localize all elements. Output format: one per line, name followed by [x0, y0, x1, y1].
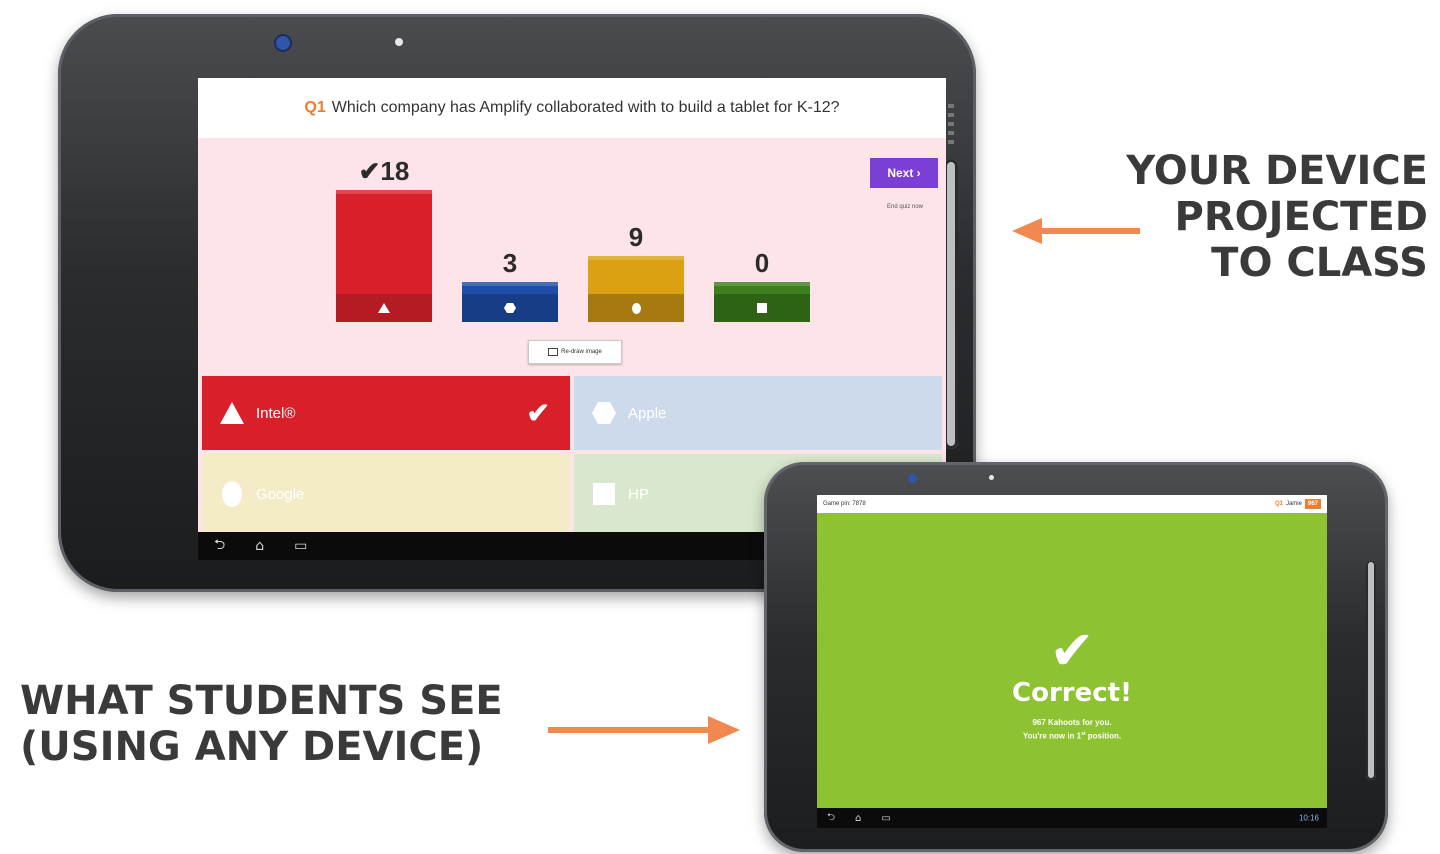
- hexagon-icon: [592, 401, 616, 425]
- stylus-slot: [1366, 560, 1376, 780]
- student-screen: Game pin: 7878 Q1 Jamie 967 ✔ Correct! 9…: [817, 495, 1327, 828]
- square-icon: [757, 303, 767, 313]
- circle-icon: [631, 302, 641, 314]
- bar-count-label: ✔18: [358, 156, 410, 186]
- student-top-bar: Game pin: 7878 Q1 Jamie 967: [817, 495, 1327, 513]
- square-icon: [592, 482, 616, 506]
- check-icon: ✔: [1049, 619, 1095, 682]
- image-icon: [548, 348, 559, 356]
- question-bar: Q1 Which company has Amplify collaborate…: [198, 78, 946, 138]
- student-caption: WHAT STUDENTS SEE (USING ANY DEVICE): [20, 678, 560, 770]
- answer-label: Intel®: [256, 404, 296, 422]
- bar-shape-footer: [588, 294, 684, 322]
- redraw-image-button[interactable]: Re-draw image: [528, 340, 622, 364]
- bar-shape-footer: [336, 294, 432, 322]
- result-bar: [462, 282, 558, 322]
- triangle-icon: [378, 303, 390, 313]
- status-clock: 10:16: [1298, 813, 1319, 823]
- stylus-slot: [944, 159, 958, 449]
- sensor-icon: [989, 475, 994, 480]
- redraw-image-label: Re-draw image: [561, 349, 602, 355]
- back-icon[interactable]: ⮌: [827, 810, 835, 827]
- answer-label: Apple: [628, 404, 667, 422]
- result-message-position: You're now in 1st position.: [1022, 731, 1122, 741]
- score-badge: 967: [1304, 499, 1321, 509]
- recent-apps-icon[interactable]: ▭: [294, 538, 307, 554]
- result-bar-group: ✔18: [336, 78, 432, 322]
- bar-shape-footer: [462, 294, 558, 322]
- end-quiz-link[interactable]: End quiz now: [870, 204, 940, 210]
- home-icon[interactable]: ⌂: [255, 538, 264, 554]
- result-bar-group: 9: [588, 78, 684, 322]
- result-bar: [714, 282, 810, 322]
- question-number: Q1: [304, 99, 326, 116]
- hexagon-icon: [504, 303, 516, 313]
- result-bar-group: 0: [714, 78, 810, 322]
- arrow-right-icon: [548, 714, 740, 746]
- home-icon[interactable]: ⌂: [855, 813, 861, 824]
- question-number: Q1: [1274, 501, 1283, 507]
- caption-line: YOUR DEVICE: [1126, 148, 1428, 194]
- bar-count-label: 3: [502, 248, 518, 278]
- caption-line: (USING ANY DEVICE): [20, 724, 484, 770]
- front-camera-icon: [908, 474, 917, 483]
- bar-count-label: 0: [754, 248, 770, 278]
- result-bar: [588, 256, 684, 322]
- check-icon: ✔: [526, 397, 550, 429]
- answer-option[interactable]: Apple: [574, 376, 942, 450]
- caption-line: TO CLASS: [1211, 240, 1428, 286]
- next-button[interactable]: Next ›: [870, 158, 938, 188]
- result-title: Correct!: [1012, 678, 1132, 708]
- circle-icon: [220, 481, 244, 507]
- result-bar-group: 3: [462, 78, 558, 322]
- recent-apps-icon[interactable]: ▭: [881, 813, 890, 824]
- front-camera-icon: [276, 36, 290, 50]
- android-nav-bar: ⮌ ⌂ ▭ 10:16: [817, 808, 1327, 828]
- bar-shape-footer: [714, 294, 810, 322]
- result-message-points: 967 Kahoots for you.: [1032, 718, 1112, 727]
- arrow-left-icon: [1012, 216, 1140, 246]
- speaker-grille: [948, 104, 954, 144]
- player-name: Jamie: [1285, 501, 1302, 507]
- answer-option[interactable]: Google: [202, 454, 570, 534]
- game-pin: Game pin: 7878: [823, 501, 866, 507]
- back-icon[interactable]: ⮌: [214, 534, 225, 558]
- result-bar: [336, 190, 432, 322]
- triangle-icon: [220, 401, 244, 425]
- answer-option[interactable]: Intel® ✔: [202, 376, 570, 450]
- caption-line: WHAT STUDENTS SEE: [20, 678, 503, 724]
- bar-count-label: 9: [628, 222, 644, 252]
- answer-label: HP: [628, 485, 649, 503]
- answer-label: Google: [256, 485, 305, 503]
- student-tablet: Game pin: 7878 Q1 Jamie 967 ✔ Correct! 9…: [764, 462, 1388, 852]
- sensor-icon: [395, 38, 403, 46]
